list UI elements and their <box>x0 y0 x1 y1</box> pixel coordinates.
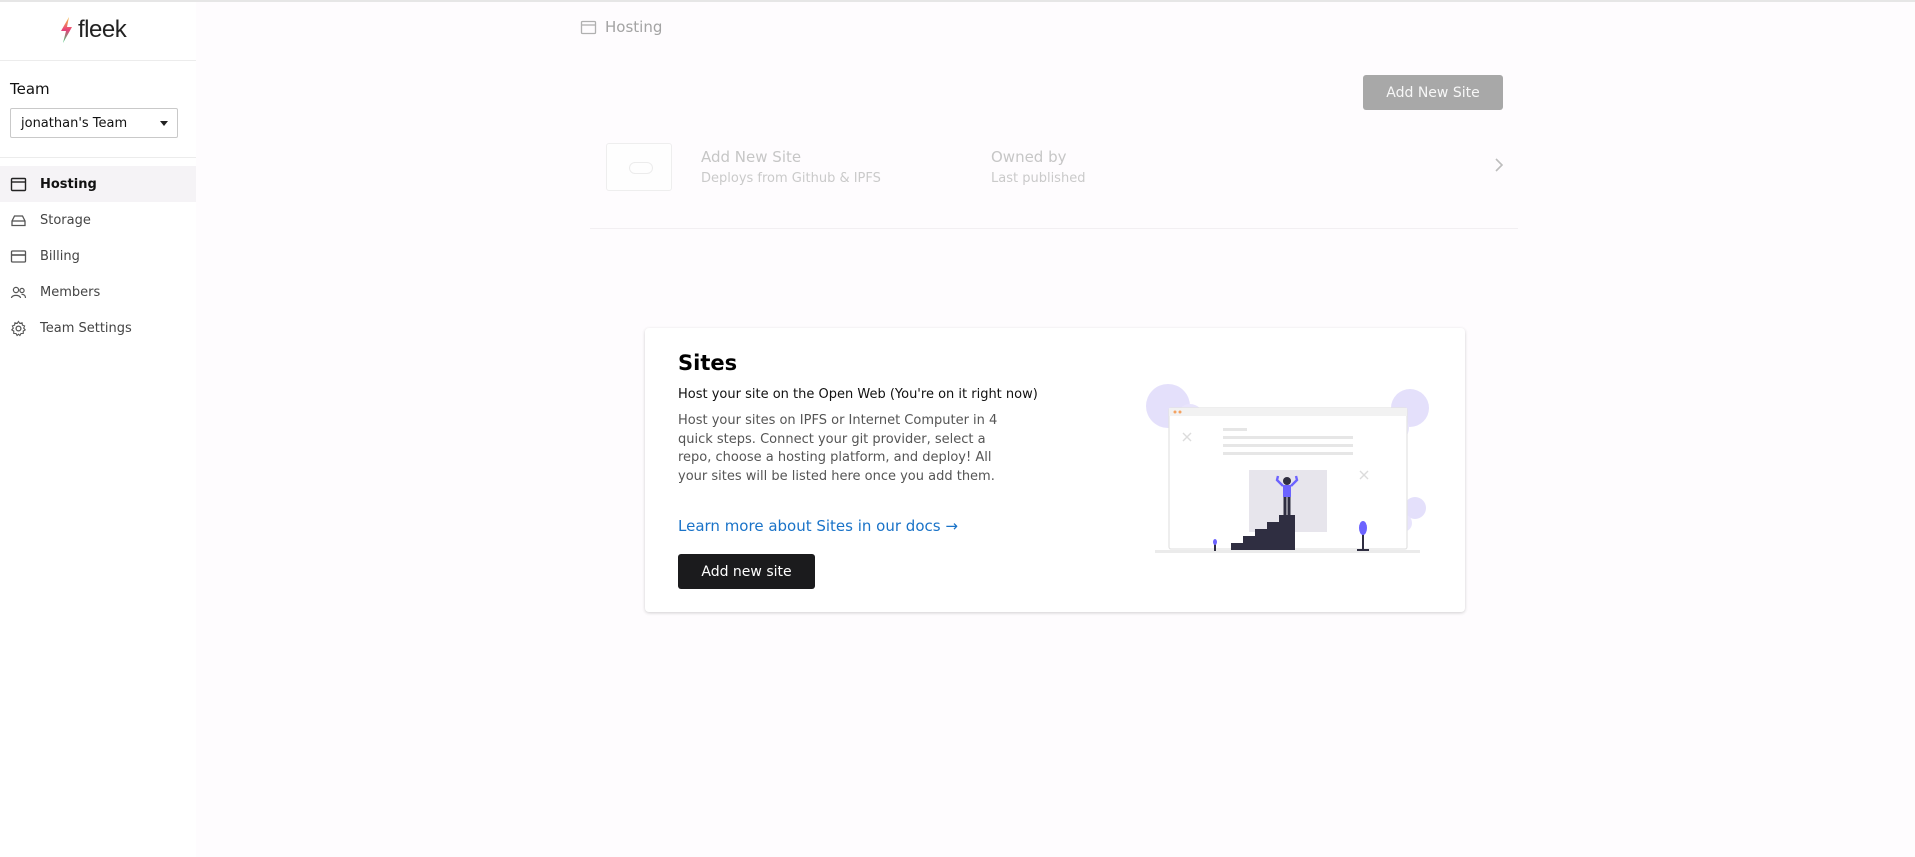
team-select[interactable]: jonathan's Team <box>10 108 178 138</box>
sidebar-item-team-settings[interactable]: Team Settings <box>0 310 196 346</box>
gear-icon <box>10 320 27 337</box>
caret-down-icon <box>160 121 168 126</box>
website-staircase-illustration <box>1146 384 1429 553</box>
users-icon <box>10 286 27 299</box>
sidebar-item-billing[interactable]: Billing <box>0 238 196 274</box>
docs-link[interactable]: Learn more about Sites in our docs → <box>678 517 958 535</box>
sidebar-item-label: Members <box>40 284 101 300</box>
thumbnail-placeholder-shape <box>629 162 653 174</box>
sidebar-item-label: Hosting <box>40 176 97 192</box>
breadcrumb: Hosting <box>580 18 662 36</box>
sidebar-item-storage[interactable]: Storage <box>0 202 196 238</box>
credit-card-icon <box>10 250 27 263</box>
add-new-site-button[interactable]: Add new site <box>678 554 815 589</box>
sidebar: fleek Team jonathan's Team Hosting Stora… <box>0 2 196 857</box>
fleek-logo[interactable]: fleek <box>58 14 127 46</box>
site-placeholder-row: Add New Site Deploys from Github & IPFS … <box>590 138 1518 229</box>
sidebar-item-hosting[interactable]: Hosting <box>0 166 196 202</box>
bolt-icon <box>61 17 72 43</box>
card-title: Sites <box>678 351 738 375</box>
team-select-value: jonathan's Team <box>21 115 128 131</box>
browser-icon <box>580 20 597 34</box>
drive-icon <box>11 215 26 227</box>
top-border <box>0 0 1915 2</box>
sidebar-item-members[interactable]: Members <box>0 274 196 310</box>
placeholder-site-title: Add New Site <box>701 148 802 166</box>
sidebar-divider <box>0 157 196 158</box>
sidebar-item-label: Storage <box>40 212 91 228</box>
card-description: Host your sites on IPFS or Internet Comp… <box>678 413 998 484</box>
team-label: Team <box>10 80 50 98</box>
published-label: Last published <box>991 171 1086 186</box>
card-subtitle: Host your site on the Open Web (You're o… <box>678 387 1038 402</box>
sidebar-nav: Hosting Storage Billing Members Team Set… <box>0 166 196 346</box>
owner-label: Owned by <box>991 148 1067 166</box>
chevron-right-icon[interactable] <box>1490 156 1508 174</box>
sites-empty-state-card: Sites Host your site on the Open Web (Yo… <box>645 328 1465 612</box>
site-thumbnail <box>606 143 672 191</box>
breadcrumb-label[interactable]: Hosting <box>605 18 662 36</box>
add-new-site-button[interactable]: Add New Site <box>1363 75 1503 110</box>
sidebar-divider <box>0 60 196 61</box>
sidebar-item-label: Team Settings <box>40 320 132 336</box>
brand-name: fleek <box>78 16 127 43</box>
sidebar-item-label: Billing <box>40 248 80 264</box>
placeholder-site-subtitle: Deploys from Github & IPFS <box>701 171 881 186</box>
browser-icon <box>10 177 27 192</box>
